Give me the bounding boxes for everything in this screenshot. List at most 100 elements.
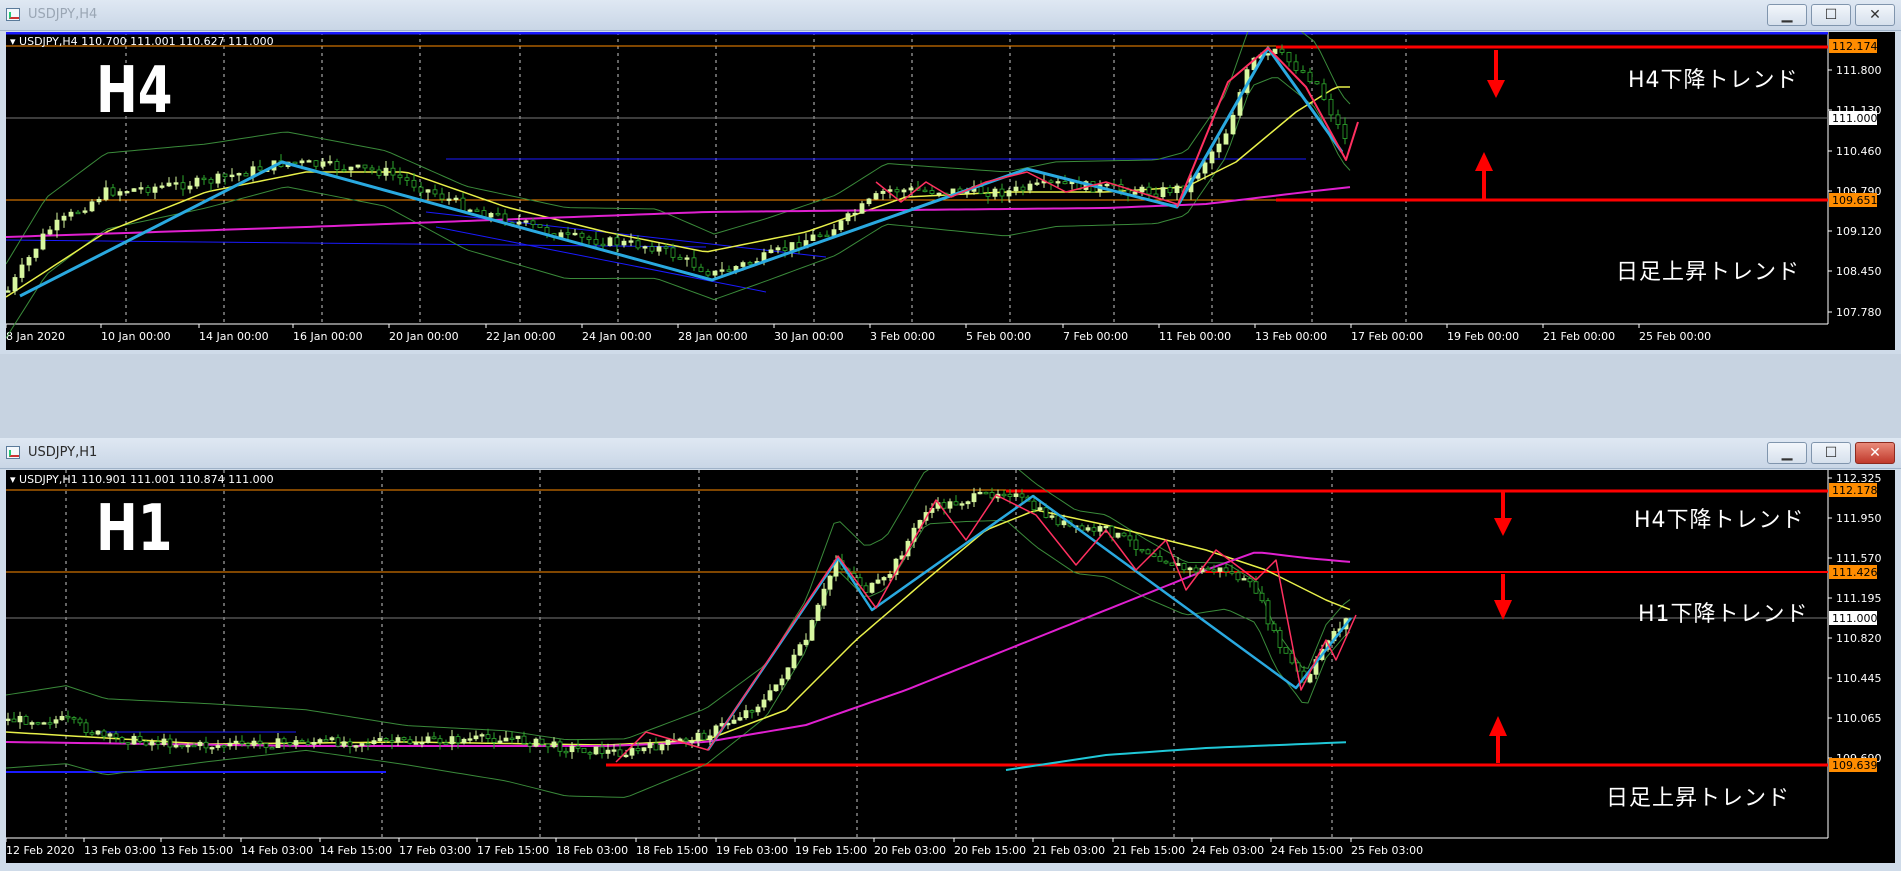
candle-body bbox=[516, 221, 522, 225]
minimize-button[interactable]: ▁ bbox=[1767, 442, 1807, 464]
candle-body bbox=[670, 247, 676, 258]
close-button[interactable]: ✕ bbox=[1855, 4, 1895, 26]
candle-body bbox=[369, 167, 375, 171]
candle-body bbox=[12, 277, 18, 292]
time-label: 12 Feb 2020 bbox=[6, 844, 74, 857]
candle-body bbox=[695, 732, 701, 742]
candle-body bbox=[159, 185, 165, 188]
time-label: 28 Jan 00:00 bbox=[678, 330, 748, 343]
candle-body bbox=[533, 738, 539, 747]
candle-body bbox=[71, 717, 77, 720]
candle-body bbox=[1286, 52, 1292, 63]
candle-body bbox=[641, 747, 647, 752]
candle-body bbox=[887, 574, 893, 578]
candle-body bbox=[404, 177, 410, 181]
window-title: USDJPY,H1 bbox=[28, 445, 98, 460]
candle-body bbox=[149, 741, 155, 746]
dropdown-arrow-icon[interactable]: ▾ bbox=[10, 35, 16, 48]
candle-body bbox=[809, 620, 815, 641]
time-label: 25 Feb 00:00 bbox=[1639, 330, 1711, 343]
candle-body bbox=[647, 742, 653, 749]
candle-body bbox=[432, 189, 438, 195]
candle-body bbox=[1103, 525, 1109, 529]
candle-body bbox=[179, 744, 185, 748]
candle-body bbox=[629, 748, 635, 756]
candle-body bbox=[1229, 571, 1235, 574]
candle-body bbox=[936, 192, 942, 196]
close-button[interactable]: ✕ bbox=[1855, 442, 1895, 464]
candle-body bbox=[293, 740, 299, 746]
candle-body bbox=[166, 182, 172, 187]
candle-body bbox=[365, 743, 371, 746]
candle-body bbox=[355, 164, 361, 168]
price-label: 107.780 bbox=[1836, 306, 1882, 319]
candle-body bbox=[1167, 187, 1173, 194]
time-label: 3 Feb 00:00 bbox=[870, 330, 935, 343]
time-label: 13 Feb 15:00 bbox=[161, 844, 233, 857]
candle-body bbox=[653, 742, 659, 751]
candle-body bbox=[503, 737, 509, 742]
price-chart[interactable]: 111.800 111.130 110.460 109.790 109.120 108.4… bbox=[6, 32, 1895, 350]
dropdown-arrow-icon[interactable]: ▾ bbox=[10, 473, 16, 486]
window-titlebar[interactable]: USDJPY,H4 ▁ ☐ ✕ bbox=[0, 0, 1901, 31]
minimize-button[interactable]: ▁ bbox=[1767, 4, 1807, 26]
candle-body bbox=[1091, 527, 1097, 532]
time-label: 21 Feb 03:00 bbox=[1033, 844, 1105, 857]
candle-body bbox=[35, 722, 41, 725]
price-chart[interactable]: 112.325 111.950 111.570 111.195 110.820 110.4… bbox=[6, 470, 1895, 863]
candle-body bbox=[950, 188, 956, 194]
time-label: 8 Jan 2020 bbox=[6, 330, 65, 343]
candle-body bbox=[824, 234, 830, 238]
price-tag-label: 109.651 bbox=[1832, 194, 1878, 207]
candle-body bbox=[628, 240, 634, 243]
time-label: 11 Feb 00:00 bbox=[1159, 330, 1231, 343]
candle-body bbox=[563, 750, 569, 754]
price-label: 111.800 bbox=[1836, 64, 1882, 77]
candle-body bbox=[768, 249, 774, 254]
candle-body bbox=[527, 743, 533, 747]
annotation-daily-uptrend: 日足上昇トレンド bbox=[1606, 786, 1791, 811]
time-label: 20 Feb 15:00 bbox=[954, 844, 1026, 857]
candle-body bbox=[743, 710, 749, 719]
price-tag-label: 111.426 bbox=[1832, 566, 1878, 579]
time-label: 20 Feb 03:00 bbox=[874, 844, 946, 857]
candle-body bbox=[1104, 183, 1110, 187]
candle-body bbox=[239, 740, 245, 745]
candle-body bbox=[908, 187, 914, 191]
time-label: 20 Jan 00:00 bbox=[389, 330, 459, 343]
candle-body bbox=[208, 178, 214, 184]
candle-body bbox=[623, 754, 629, 758]
candle-body bbox=[317, 739, 323, 743]
candle-body bbox=[395, 737, 401, 743]
candle-body bbox=[827, 575, 833, 590]
candle-body bbox=[565, 232, 571, 235]
candle-body bbox=[180, 182, 186, 190]
candle-body bbox=[1097, 526, 1103, 532]
candle-body bbox=[488, 212, 494, 218]
candle-body bbox=[803, 639, 809, 646]
candle-body bbox=[978, 186, 984, 194]
chart-canvas[interactable]: 111.800111.130110.460109.790109.120108.4… bbox=[6, 32, 1895, 350]
candle-body bbox=[922, 189, 928, 193]
candle-body bbox=[101, 730, 107, 737]
candle-body bbox=[677, 256, 683, 260]
annotation-h4-downtrend: H4下降トレンド bbox=[1634, 508, 1805, 533]
candle-body bbox=[353, 745, 359, 748]
maximize-button[interactable]: ☐ bbox=[1811, 442, 1851, 464]
candle-body bbox=[1127, 535, 1133, 541]
window-titlebar[interactable]: USDJPY,H1 ▁ ☐ ✕ bbox=[0, 438, 1901, 469]
price-label: 110.460 bbox=[1836, 145, 1882, 158]
candle-body bbox=[292, 161, 298, 165]
time-label: 5 Feb 00:00 bbox=[966, 330, 1031, 343]
price-label: 109.120 bbox=[1836, 225, 1882, 238]
candle-body bbox=[1121, 532, 1127, 537]
candle-body bbox=[479, 734, 485, 737]
chart-icon bbox=[6, 8, 20, 21]
candle-body bbox=[789, 242, 795, 251]
candle-body bbox=[334, 161, 340, 170]
candle-body bbox=[1335, 114, 1341, 125]
candle-body bbox=[587, 752, 593, 755]
candle-body bbox=[1279, 48, 1285, 53]
candle-body bbox=[425, 189, 431, 193]
maximize-button[interactable]: ☐ bbox=[1811, 4, 1851, 26]
